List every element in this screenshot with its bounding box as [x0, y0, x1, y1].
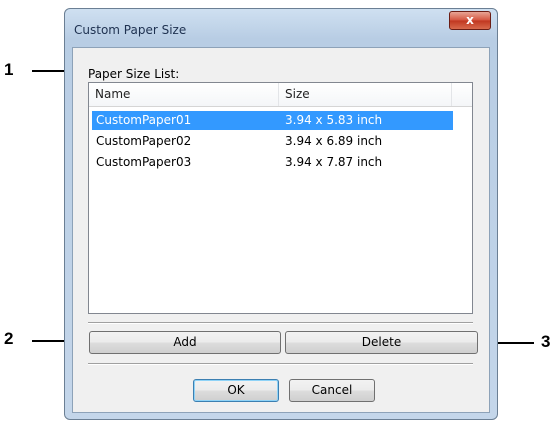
- callout-1: 1: [4, 60, 14, 79]
- list-item[interactable]: CustomPaper02 3.94 x 6.89 inch: [92, 132, 453, 151]
- close-icon: x: [466, 13, 474, 27]
- paper-name: CustomPaper02: [96, 134, 192, 148]
- ok-button[interactable]: OK: [193, 379, 279, 402]
- paper-size: 3.94 x 7.87 inch: [285, 155, 383, 169]
- paper-size: 3.94 x 5.83 inch: [285, 113, 383, 127]
- dialog-client-area: Paper Size List: Name Size CustomPaper01…: [72, 47, 490, 413]
- divider: [88, 363, 473, 365]
- column-header-size[interactable]: Size: [279, 83, 452, 106]
- title-bar[interactable]: Custom Paper Size x: [65, 9, 497, 43]
- list-item[interactable]: CustomPaper01 3.94 x 5.83 inch: [92, 111, 453, 130]
- custom-paper-size-dialog: Custom Paper Size x Paper Size List: Nam…: [64, 8, 498, 420]
- paper-size: 3.94 x 6.89 inch: [285, 134, 383, 148]
- callout-2: 2: [4, 329, 14, 348]
- list-header: Name Size: [89, 83, 472, 107]
- add-button[interactable]: Add: [89, 331, 281, 354]
- delete-button[interactable]: Delete: [285, 331, 478, 354]
- paper-size-list-label: Paper Size List:: [88, 67, 180, 81]
- column-header-name[interactable]: Name: [89, 83, 279, 106]
- callout-3: 3: [541, 332, 551, 351]
- list-item[interactable]: CustomPaper03 3.94 x 7.87 inch: [92, 153, 453, 172]
- paper-size-list[interactable]: Name Size CustomPaper01 3.94 x 5.83 inch…: [88, 82, 473, 314]
- paper-name: CustomPaper03: [96, 155, 192, 169]
- close-button[interactable]: x: [449, 11, 491, 30]
- paper-name: CustomPaper01: [96, 113, 192, 127]
- cancel-button[interactable]: Cancel: [289, 379, 375, 402]
- divider: [88, 322, 473, 324]
- window-title: Custom Paper Size: [74, 23, 187, 37]
